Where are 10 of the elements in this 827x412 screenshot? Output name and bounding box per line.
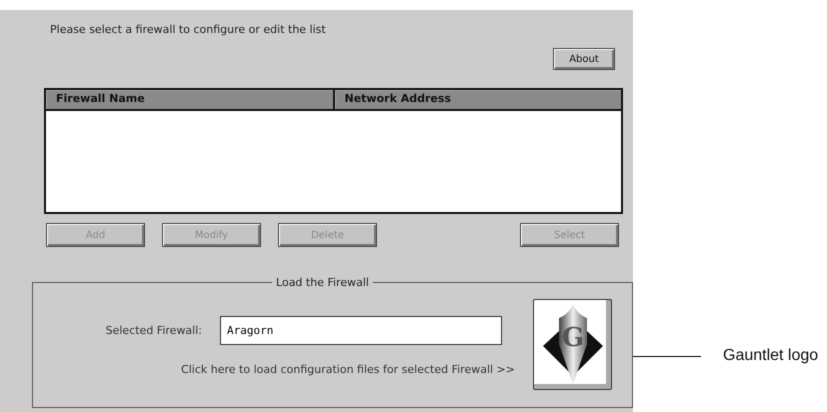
column-header[interactable]: Network Address	[334, 90, 621, 109]
about-button[interactable]: About	[553, 48, 615, 70]
selected-firewall-field[interactable]: Aragorn	[220, 316, 502, 345]
column-header[interactable]: Firewall Name	[46, 90, 334, 109]
instruction-text: Please select a firewall to configure or edit the list	[50, 23, 327, 37]
group-title: Load the Firewall	[275, 276, 370, 289]
load-hint-text: Click here to load configuration files for selected Firewall >>	[181, 363, 515, 376]
callout-label: Gauntlet logo	[723, 347, 818, 365]
firewall-table[interactable]: Firewall Name Network Address	[44, 88, 623, 214]
field-label: Selected Firewall:	[106, 324, 202, 337]
